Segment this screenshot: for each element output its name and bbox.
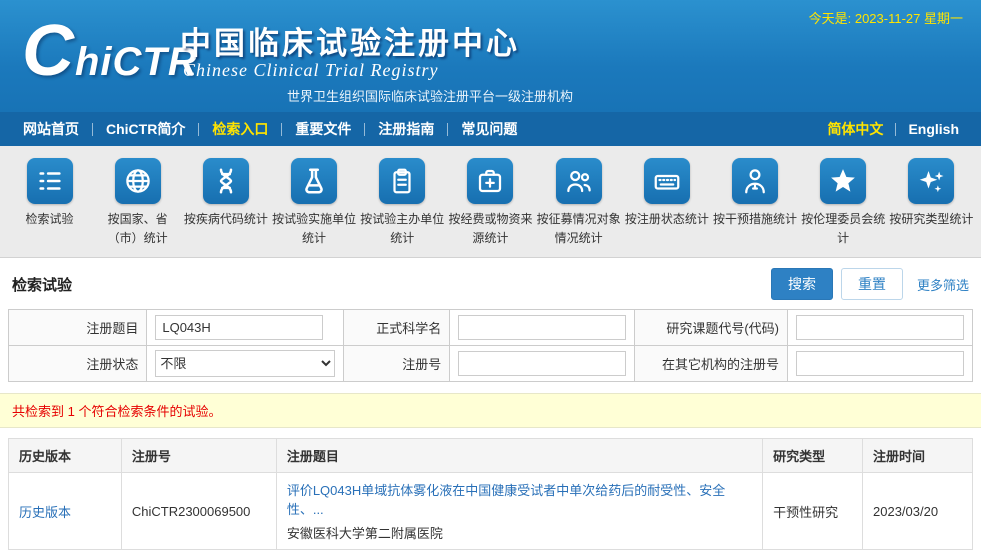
doctor-icon (732, 158, 778, 204)
stat-item-label: 按试验实施单位统计 (272, 210, 356, 247)
statistics-icon-strip: 检索试验 按国家、省（市）统计 按疾病代码统计 按试验实施单位统计 (0, 146, 981, 258)
search-form: 注册题目 正式科学名 研究课题代号(代码) 注册状态 不限 注册号 在其它机构的… (8, 309, 973, 382)
main-nav: 网站首页 ChiCTR简介 检索入口 重要文件 注册指南 常见问题 简体中文 E… (0, 112, 981, 146)
stat-item-search-trials[interactable]: 检索试验 (6, 158, 93, 249)
stat-item-by-country[interactable]: 按国家、省（市）统计 (94, 158, 181, 249)
stat-item-label: 按注册状态统计 (625, 210, 709, 229)
stat-item-by-sponsor-unit[interactable]: 按试验主办单位统计 (359, 158, 446, 249)
study-type-cell: 干预性研究 (763, 473, 863, 550)
reg-title-label: 注册题目 (9, 310, 147, 346)
stat-item-label: 按征募情况对象情况统计 (537, 210, 621, 247)
dna-icon (203, 158, 249, 204)
col-header-reg-date: 注册时间 (863, 439, 973, 473)
medical-box-icon (467, 158, 513, 204)
stat-item-by-funding-source[interactable]: 按经费或物资来源统计 (447, 158, 534, 249)
today-date: 今天是: 2023-11-27 星期一 (809, 8, 963, 27)
stat-item-by-disease-code[interactable]: 按疾病代码统计 (182, 158, 269, 249)
search-section-header: 检索试验 搜索 重置 更多筛选 (0, 258, 981, 309)
nav-item-guide[interactable]: 注册指南 (365, 119, 447, 139)
stat-item-by-implementing-unit[interactable]: 按试验实施单位统计 (271, 158, 358, 249)
form-row: 注册题目 正式科学名 研究课题代号(代码) (9, 310, 973, 346)
reg-status-select[interactable]: 不限 (155, 350, 335, 377)
site-title-chinese: 中国临床试验注册中心 (180, 18, 520, 63)
results-header-row: 历史版本 注册号 注册题目 研究类型 注册时间 (9, 439, 973, 473)
other-reg-number-label: 在其它机构的注册号 (635, 346, 788, 382)
language-switcher: 简体中文 English (815, 119, 971, 139)
stat-item-label: 按疾病代码统计 (184, 210, 268, 229)
reset-button[interactable]: 重置 (841, 268, 903, 300)
flask-icon (291, 158, 337, 204)
col-header-study-type: 研究类型 (763, 439, 863, 473)
clipboard-icon (379, 158, 425, 204)
nav-item-search-entry[interactable]: 检索入口 (199, 119, 281, 139)
form-row: 注册状态 不限 注册号 在其它机构的注册号 (9, 346, 973, 382)
keyboard-icon (644, 158, 690, 204)
registration-number-cell: ChiCTR2300069500 (121, 473, 276, 550)
site-subtitle: 世界卫生组织国际临床试验注册平台一级注册机构 (287, 86, 573, 105)
nav-item-about[interactable]: ChiCTR简介 (93, 119, 198, 139)
scientific-name-label: 正式科学名 (344, 310, 450, 346)
registration-date-cell: 2023/03/20 (863, 473, 973, 550)
col-header-history: 历史版本 (9, 439, 122, 473)
stat-item-by-intervention[interactable]: 按干预措施统计 (712, 158, 799, 249)
stat-item-label: 按干预措施统计 (713, 210, 797, 229)
globe-icon (115, 158, 161, 204)
table-row: 历史版本 ChiCTR2300069500 评价LQ043H单域抗体雾化液在中国… (9, 473, 973, 550)
scientific-name-input[interactable] (458, 315, 626, 340)
search-actions: 搜索 重置 更多筛选 (771, 268, 969, 300)
institution-name: 安徽医科大学第二附属医院 (287, 523, 752, 542)
star-icon (820, 158, 866, 204)
reg-title-input[interactable] (155, 315, 323, 340)
lang-english[interactable]: English (896, 121, 971, 137)
nav-item-home[interactable]: 网站首页 (10, 119, 92, 139)
sparkles-icon (908, 158, 954, 204)
stat-item-label: 按试验主办单位统计 (360, 210, 444, 247)
stat-item-label: 按研究类型统计 (889, 210, 973, 229)
reg-status-label: 注册状态 (9, 346, 147, 382)
chictr-logo[interactable]: ChiCTR (22, 16, 198, 97)
nav-item-faq[interactable]: 常见问题 (448, 119, 530, 139)
col-header-title: 注册题目 (276, 439, 762, 473)
stat-item-by-ethics-committee[interactable]: 按伦理委员会统计 (800, 158, 887, 249)
history-version-link[interactable]: 历史版本 (19, 505, 71, 520)
search-section-title: 检索试验 (12, 274, 72, 295)
trial-title-link[interactable]: 评价LQ043H单域抗体雾化液在中国健康受试者中单次给药后的耐受性、安全性、..… (287, 483, 725, 517)
stat-item-by-study-type[interactable]: 按研究类型统计 (888, 158, 975, 249)
search-button[interactable]: 搜索 (771, 268, 833, 300)
site-header: 今天是: 2023-11-27 星期一 ChiCTR 中国临床试验注册中心 Ch… (0, 0, 981, 112)
stat-item-label: 按国家、省（市）统计 (96, 210, 180, 247)
results-table: 历史版本 注册号 注册题目 研究类型 注册时间 历史版本 ChiCTR23000… (8, 438, 973, 550)
other-reg-number-input[interactable] (796, 351, 964, 376)
stat-item-by-registration-status[interactable]: 按注册状态统计 (623, 158, 710, 249)
more-filters-link[interactable]: 更多筛选 (917, 275, 969, 294)
stat-item-label: 按经费或物资来源统计 (448, 210, 532, 247)
nav-item-documents[interactable]: 重要文件 (282, 119, 364, 139)
stat-item-by-recruitment[interactable]: 按征募情况对象情况统计 (535, 158, 622, 249)
trial-title-cell: 评价LQ043H单域抗体雾化液在中国健康受试者中单次给药后的耐受性、安全性、..… (276, 473, 762, 550)
project-code-label: 研究课题代号(代码) (635, 310, 788, 346)
lang-simplified-chinese[interactable]: 简体中文 (815, 119, 895, 139)
reg-number-label: 注册号 (344, 346, 450, 382)
stat-item-label: 检索试验 (8, 210, 92, 229)
stat-item-label: 按伦理委员会统计 (801, 210, 885, 247)
people-icon (556, 158, 602, 204)
results-summary: 共检索到 1 个符合检索条件的试验。 (0, 393, 981, 428)
col-header-reg-number: 注册号 (121, 439, 276, 473)
list-123-icon (27, 158, 73, 204)
site-title-english: Chinese Clinical Trial Registry (183, 60, 439, 81)
reg-number-input[interactable] (458, 351, 626, 376)
project-code-input[interactable] (796, 315, 964, 340)
